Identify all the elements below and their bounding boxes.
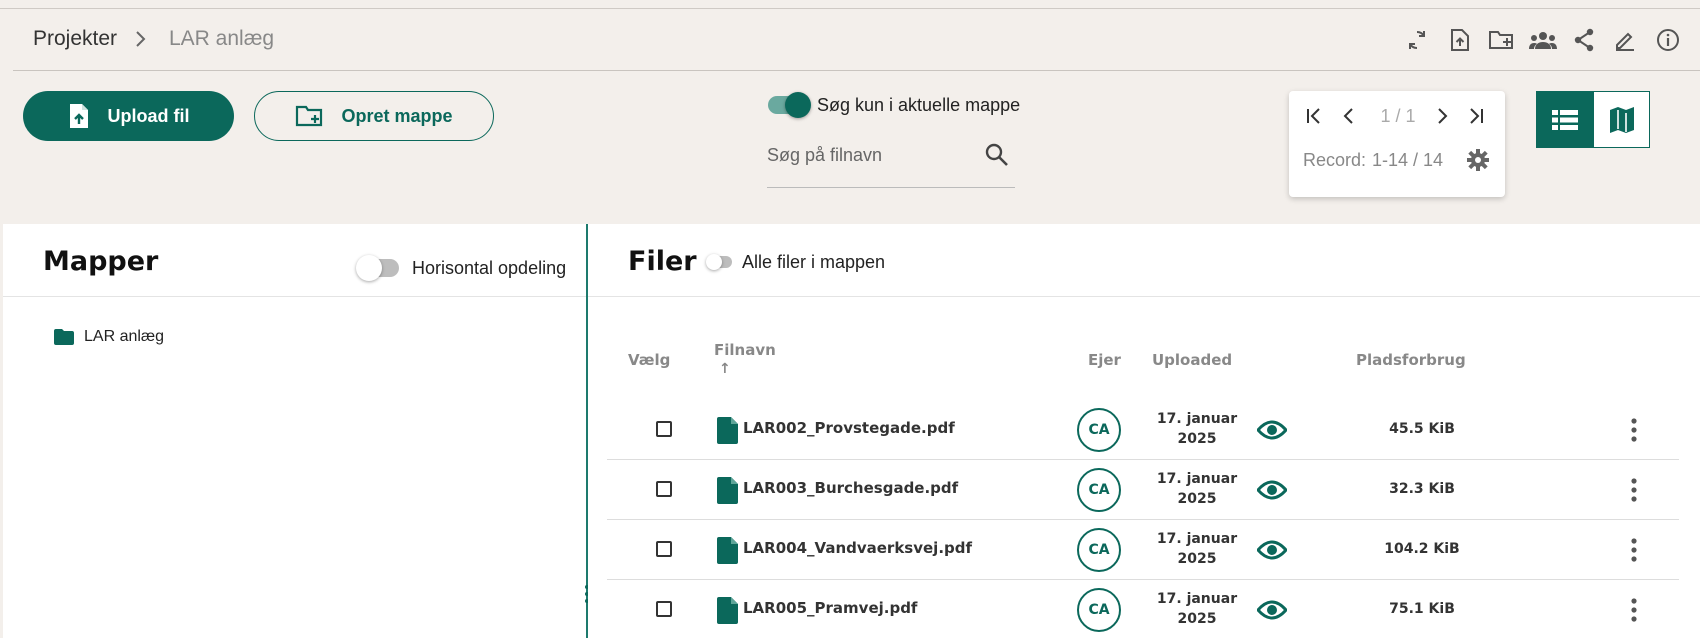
horizontal-split-label: Horisontal opdeling bbox=[412, 258, 567, 278]
last-page-icon[interactable] bbox=[1464, 104, 1488, 128]
info-icon[interactable] bbox=[1653, 25, 1683, 55]
all-files-label: Alle filer i mappen bbox=[742, 252, 886, 272]
table-row[interactable]: LAR004_Vandvaerksvej.pdf CA 17. januar 20… bbox=[607, 520, 1679, 580]
more-options-icon[interactable] bbox=[1627, 596, 1641, 624]
record-label: Record: bbox=[1303, 150, 1367, 170]
upload-date: 17. januar 2025 bbox=[1156, 531, 1238, 567]
search-icon[interactable] bbox=[984, 142, 1010, 168]
file-icon bbox=[717, 537, 739, 564]
folder-icon bbox=[54, 329, 74, 345]
column-owner: Ejer bbox=[1088, 351, 1121, 369]
column-uploaded: Uploaded bbox=[1152, 351, 1233, 369]
upload-date: 17. januar 2025 bbox=[1156, 411, 1238, 447]
file-upload-icon[interactable] bbox=[1445, 25, 1475, 55]
more-options-icon[interactable] bbox=[1627, 536, 1641, 564]
breadcrumb-root[interactable]: Projekter bbox=[33, 27, 117, 51]
top-border bbox=[0, 8, 1700, 9]
next-page-icon[interactable] bbox=[1430, 104, 1454, 128]
folder-label: LAR anlæg bbox=[84, 328, 165, 345]
file-size: 104.2 KiB bbox=[1384, 541, 1460, 557]
table-row[interactable]: LAR002_Provstegade.pdf CA 17. januar 2025… bbox=[607, 400, 1679, 460]
file-size: 75.1 KiB bbox=[1389, 601, 1455, 617]
eye-icon[interactable] bbox=[1257, 477, 1287, 503]
map-view-button[interactable] bbox=[1593, 91, 1650, 148]
eye-icon[interactable] bbox=[1257, 417, 1287, 443]
page-indicator: 1 / 1 bbox=[1380, 106, 1416, 126]
folders-title: Mapper bbox=[43, 246, 159, 277]
files-header-divider bbox=[588, 296, 1700, 297]
file-icon bbox=[717, 417, 739, 444]
file-name[interactable]: LAR002_Provstegade.pdf bbox=[743, 419, 955, 437]
upload-date: 17. januar 2025 bbox=[1156, 591, 1238, 627]
pagination-panel: 1 / 1 Record: 1-14 / 14 bbox=[1289, 91, 1505, 197]
file-name[interactable]: LAR005_Pramvej.pdf bbox=[743, 599, 917, 617]
gear-icon[interactable] bbox=[1466, 148, 1492, 174]
eye-icon[interactable] bbox=[1257, 537, 1287, 563]
folders-header-divider bbox=[3, 296, 586, 297]
record-value: 1-14 / 14 bbox=[1372, 150, 1444, 170]
row-checkbox[interactable] bbox=[656, 541, 672, 557]
row-checkbox[interactable] bbox=[656, 421, 672, 437]
more-options-icon[interactable] bbox=[1627, 416, 1641, 444]
file-size: 45.5 KiB bbox=[1389, 421, 1455, 437]
upload-file-label: Upload fil bbox=[107, 105, 190, 126]
file-size: 32.3 KiB bbox=[1389, 481, 1455, 497]
column-filename[interactable]: Filnavn bbox=[714, 341, 776, 359]
owner-avatar: CA bbox=[1077, 588, 1121, 632]
row-checkbox[interactable] bbox=[656, 481, 672, 497]
search-underline bbox=[767, 187, 1015, 188]
list-view-button[interactable] bbox=[1536, 91, 1593, 148]
table-row[interactable]: LAR003_Burchesgade.pdf CA 17. januar 2025… bbox=[607, 460, 1679, 520]
new-folder-icon[interactable] bbox=[1486, 25, 1516, 55]
new-folder-icon bbox=[295, 104, 323, 128]
owner-avatar: CA bbox=[1077, 468, 1121, 512]
table-row[interactable]: LAR005_Pramvej.pdf CA 17. januar 2025 75.… bbox=[607, 580, 1679, 638]
file-name[interactable]: LAR003_Burchesgade.pdf bbox=[743, 479, 958, 497]
row-checkbox[interactable] bbox=[656, 601, 672, 617]
file-upload-icon bbox=[68, 103, 90, 129]
edit-icon[interactable] bbox=[1610, 25, 1640, 55]
horizontal-split-toggle[interactable] bbox=[356, 255, 399, 281]
map-icon bbox=[1609, 106, 1635, 134]
folder-tree-item[interactable]: LAR anlæg bbox=[54, 328, 164, 346]
folders-panel bbox=[3, 224, 586, 638]
file-name[interactable]: LAR004_Vandvaerksvej.pdf bbox=[743, 539, 972, 557]
all-files-toggle[interactable] bbox=[706, 254, 732, 270]
upload-date: 17. januar 2025 bbox=[1156, 471, 1238, 507]
create-folder-label: Opret mappe bbox=[341, 105, 453, 126]
create-folder-button[interactable]: Opret mappe bbox=[254, 91, 494, 141]
group-icon[interactable] bbox=[1528, 25, 1558, 55]
breadcrumb-current: LAR anlæg bbox=[169, 27, 275, 50]
first-page-icon[interactable] bbox=[1302, 104, 1326, 128]
owner-avatar: CA bbox=[1077, 408, 1121, 452]
list-view-icon bbox=[1551, 108, 1579, 132]
search-current-folder-toggle[interactable] bbox=[768, 92, 811, 118]
previous-page-icon[interactable] bbox=[1337, 104, 1361, 128]
column-select: Vælg bbox=[628, 351, 671, 369]
file-icon bbox=[717, 597, 739, 624]
owner-avatar: CA bbox=[1077, 528, 1121, 572]
column-size: Pladsforbrug bbox=[1356, 351, 1466, 369]
upload-file-button[interactable]: Upload fil bbox=[23, 91, 234, 141]
sync-icon[interactable] bbox=[1402, 25, 1432, 55]
share-icon[interactable] bbox=[1569, 25, 1599, 55]
file-icon bbox=[717, 477, 739, 504]
search-input[interactable] bbox=[767, 140, 967, 170]
files-title: Filer bbox=[628, 246, 697, 277]
more-options-icon[interactable] bbox=[1627, 476, 1641, 504]
sort-arrow-icon[interactable]: ↑ bbox=[719, 361, 731, 377]
chevron-right-icon bbox=[132, 28, 150, 50]
eye-icon[interactable] bbox=[1257, 597, 1287, 623]
search-current-folder-label: Søg kun i aktuelle mappe bbox=[817, 95, 1021, 115]
